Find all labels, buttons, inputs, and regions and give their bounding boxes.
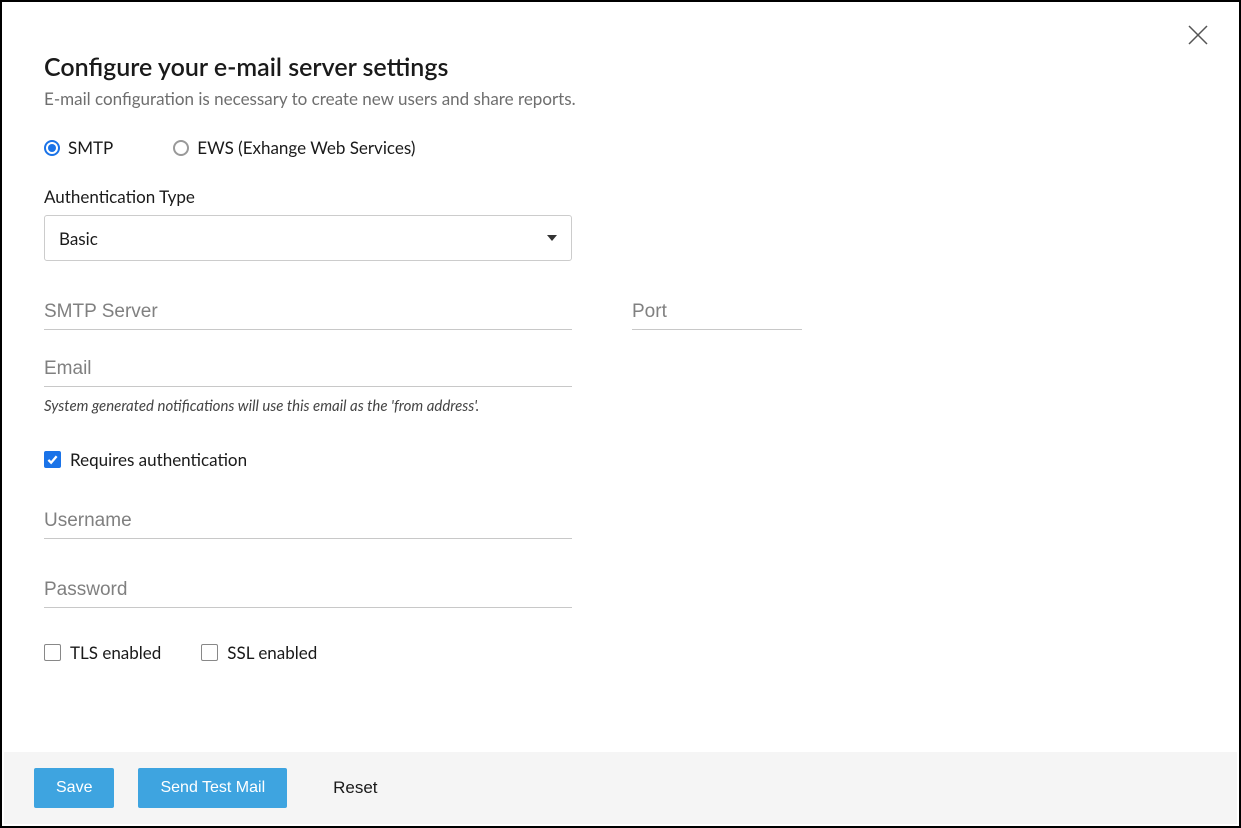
username-field-wrap (44, 510, 572, 539)
protocol-radio-group: SMTP EWS (Exhange Web Services) (44, 137, 1197, 158)
email-field-wrap (44, 358, 572, 387)
radio-ews-label: EWS (Exhange Web Services) (197, 137, 415, 158)
port-input[interactable] (632, 301, 802, 323)
page-title: Configure your e-mail server settings (44, 52, 1197, 82)
footer-bar: Save Send Test Mail Reset (4, 752, 1237, 824)
reset-button[interactable]: Reset (311, 768, 399, 808)
requires-auth-label: Requires authentication (70, 449, 247, 470)
radio-icon (173, 140, 189, 156)
radio-smtp[interactable]: SMTP (44, 137, 113, 158)
auth-type-value: Basic (59, 228, 98, 249)
tls-checkbox[interactable]: TLS enabled (44, 642, 161, 663)
radio-ews[interactable]: EWS (Exhange Web Services) (173, 137, 415, 158)
username-input[interactable] (44, 510, 572, 532)
save-button[interactable]: Save (34, 768, 114, 808)
chevron-down-icon (547, 235, 557, 241)
close-button[interactable] (1187, 24, 1209, 50)
auth-type-select[interactable]: Basic (44, 215, 572, 261)
smtp-server-field-wrap (44, 301, 572, 330)
checkbox-icon (44, 644, 61, 661)
auth-type-label: Authentication Type (44, 186, 1197, 207)
smtp-server-input[interactable] (44, 301, 572, 323)
port-field-wrap (632, 301, 802, 330)
password-field-wrap (44, 579, 572, 608)
email-help-text: System generated notifications will use … (44, 397, 1197, 415)
requires-auth-checkbox[interactable]: Requires authentication (44, 449, 1197, 470)
radio-smtp-label: SMTP (68, 137, 113, 158)
radio-icon (44, 140, 60, 156)
password-input[interactable] (44, 579, 572, 601)
send-test-mail-button[interactable]: Send Test Mail (138, 768, 287, 808)
close-icon (1187, 24, 1209, 46)
checkbox-icon (201, 644, 218, 661)
page-subtitle: E-mail configuration is necessary to cre… (44, 88, 1197, 109)
ssl-checkbox[interactable]: SSL enabled (201, 642, 317, 663)
ssl-label: SSL enabled (227, 642, 317, 663)
tls-label: TLS enabled (70, 642, 161, 663)
email-input[interactable] (44, 358, 572, 380)
checkbox-icon (44, 451, 61, 468)
